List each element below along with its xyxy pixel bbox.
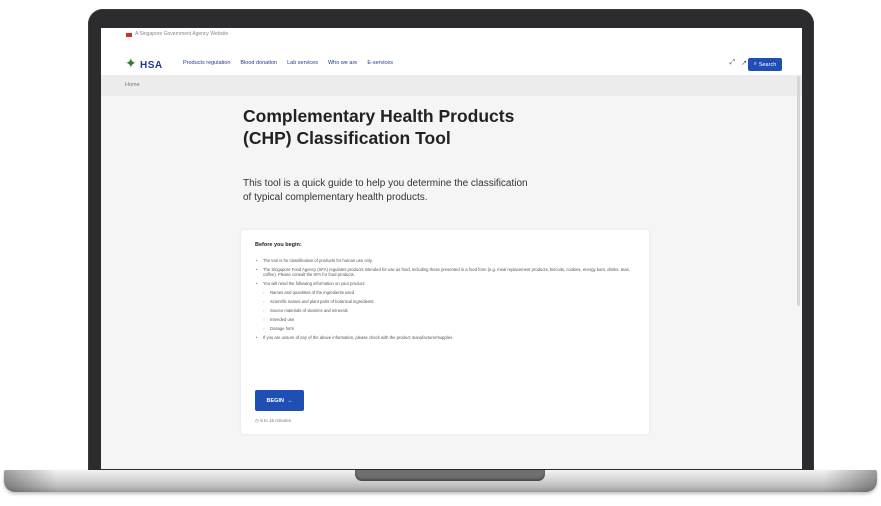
breadcrumb-home[interactable]: Home	[125, 82, 140, 88]
nav-products-regulation[interactable]: Products regulation	[183, 60, 230, 66]
site-logo[interactable]: HSA	[140, 60, 163, 71]
laptop-hinge-notch	[355, 470, 545, 481]
browser-screen: A Singapore Government Agency Website ✦ …	[101, 28, 802, 469]
page-title: Complementary Health Products (CHP) Clas…	[243, 106, 515, 148]
accessibility-icon[interactable]: ↗	[741, 59, 747, 67]
gov-banner: A Singapore Government Agency Website	[101, 28, 802, 40]
breadcrumb: Home	[101, 75, 802, 96]
list-item: The tool is for classification of produc…	[255, 258, 641, 263]
instructions-card: Before you begin: The tool is for classi…	[241, 230, 649, 434]
nav-e-services[interactable]: E-services	[367, 60, 393, 66]
search-button-label: Search	[758, 61, 777, 68]
site-header: ✦ HSA Products regulation Blood donation…	[101, 40, 802, 75]
begin-button-label: BEGIN	[266, 397, 284, 404]
gov-banner-text: A Singapore Government Agency Website	[135, 31, 229, 37]
time-estimate-label: 5 to 15 minutes	[260, 418, 291, 423]
arrow-right-icon: →	[286, 397, 293, 404]
scrollbar[interactable]	[797, 76, 800, 306]
list-item: Names and quantities of the ingredients …	[255, 290, 641, 295]
list-item: Intended use	[255, 317, 641, 322]
list-item: If you are unsure of any of the above in…	[255, 335, 641, 340]
begin-button[interactable]: BEGIN →	[255, 390, 304, 411]
list-item: Source materials of vitamins and mineral…	[255, 308, 641, 313]
main-nav: Products regulation Blood donation Lab s…	[183, 60, 393, 66]
time-estimate: ◷ 5 to 15 minutes	[255, 418, 291, 424]
clock-icon: ◷	[255, 418, 259, 423]
list-item: Dosage form	[255, 326, 641, 331]
search-button[interactable]: ⌕ Search	[748, 58, 782, 71]
logo-icon: ✦	[125, 55, 137, 71]
header-icons: ⤢ ↗	[730, 59, 747, 67]
main-content: Complementary Health Products (CHP) Clas…	[101, 96, 802, 469]
card-heading: Before you begin:	[255, 242, 302, 248]
nav-lab-services[interactable]: Lab services	[287, 60, 318, 66]
list-item: Scientific names and plant parts of bota…	[255, 299, 641, 304]
flag-icon	[126, 33, 132, 37]
nav-blood-donation[interactable]: Blood donation	[240, 60, 277, 66]
page-subtitle: This tool is a quick guide to help you d…	[243, 178, 528, 203]
list-item: You will need the following information …	[255, 281, 641, 286]
search-icon: ⌕	[753, 61, 757, 67]
nav-who-we-are[interactable]: Who we are	[328, 60, 357, 66]
instructions-list: The tool is for classification of produc…	[255, 258, 641, 344]
share-icon[interactable]: ⤢	[730, 59, 736, 67]
list-item: The Singapore Food Agency (SFA) regulate…	[255, 267, 641, 277]
